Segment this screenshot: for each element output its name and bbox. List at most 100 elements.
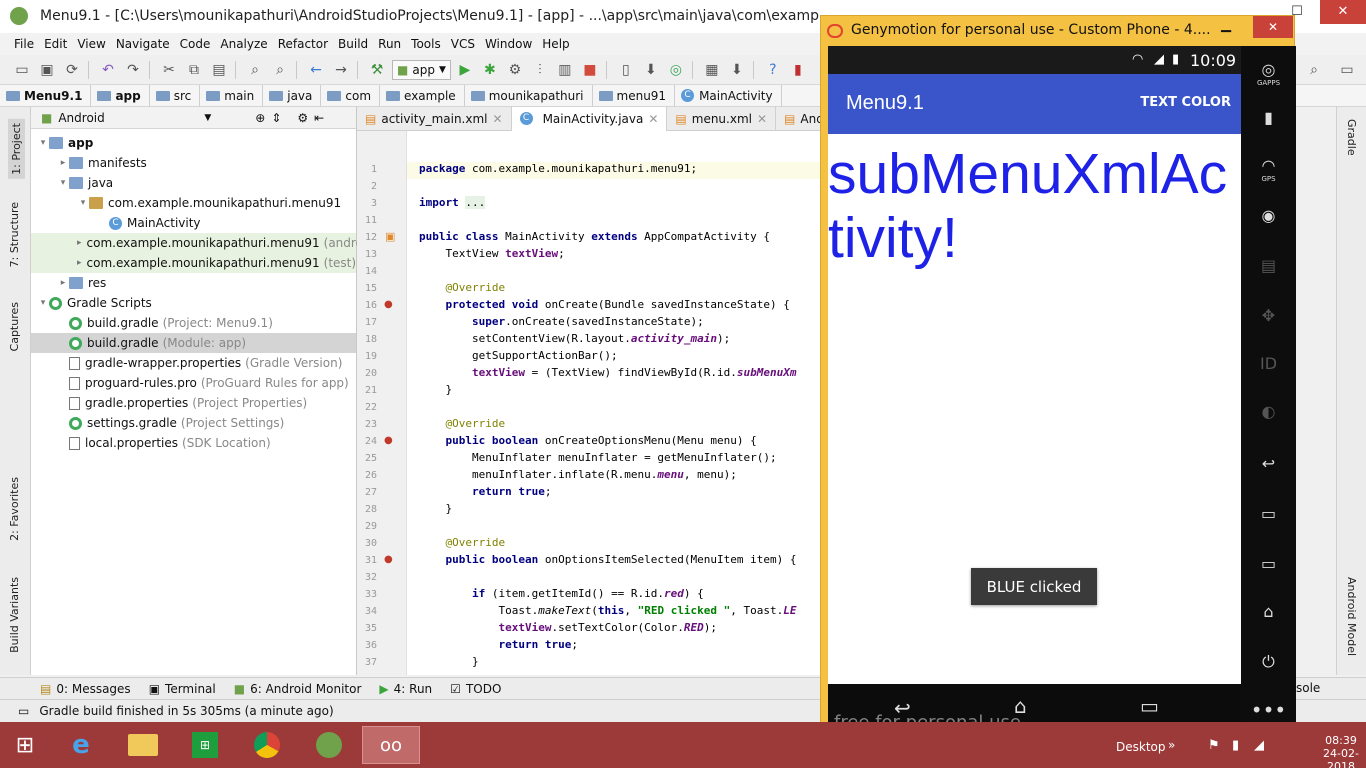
flag-icon[interactable]: ⚑ <box>1208 738 1220 753</box>
breadcrumb-com[interactable]: com <box>321 84 381 107</box>
build-variants-tool-tab[interactable]: Build Variants <box>8 577 21 653</box>
close-icon[interactable]: ✕ <box>493 112 503 126</box>
recents-nav-icon[interactable]: ▭ <box>1140 694 1159 718</box>
chevron-down-icon[interactable]: ▼ <box>204 113 211 123</box>
expand-arrow-icon[interactable]: ▸ <box>77 238 82 248</box>
android-studio-task[interactable] <box>300 726 358 764</box>
more-options-button[interactable]: ••• <box>1241 698 1296 722</box>
captures-tool-tab[interactable]: Captures <box>8 302 21 351</box>
tree-item[interactable]: gradle.properties (Project Properties) <box>31 393 356 413</box>
expand-arrow-icon[interactable]: ▸ <box>57 278 69 288</box>
favorites-tool-tab[interactable]: 2: Favorites <box>8 477 21 541</box>
gradle-tool-tab[interactable]: Gradle <box>1345 119 1358 156</box>
terminal-tool-tab[interactable]: ▣ Terminal <box>149 682 216 696</box>
breadcrumb-mainactivity[interactable]: C MainActivity <box>675 84 782 107</box>
copy-icon[interactable]: ⧉ <box>183 59 205 81</box>
menu-button[interactable]: ▭ <box>1241 554 1296 573</box>
override-icon[interactable]: ● <box>384 554 393 565</box>
search-everywhere-icon[interactable]: ⌕ <box>1303 59 1325 81</box>
open-folder-icon[interactable]: ▭ <box>11 59 33 81</box>
dpad-widget-button[interactable]: ✥ <box>1241 306 1296 325</box>
tree-item[interactable]: ▾ java <box>31 173 356 193</box>
expand-arrow-icon[interactable]: ▾ <box>77 198 89 208</box>
override-icon[interactable]: ● <box>384 299 393 310</box>
tree-item[interactable]: ▾ Gradle Scripts <box>31 293 356 313</box>
status-icon[interactable]: ▭ <box>18 704 29 718</box>
genymotion-task[interactable]: oo <box>362 726 420 764</box>
tree-item[interactable]: local.properties (SDK Location) <box>31 433 356 453</box>
menu-vcs[interactable]: VCS <box>451 37 475 51</box>
chrome-task[interactable] <box>238 726 296 764</box>
expand-arrow-icon[interactable]: ▾ <box>57 178 69 188</box>
tree-item[interactable]: ▾ app <box>31 133 356 153</box>
forward-icon[interactable]: → <box>330 59 352 81</box>
file-explorer-task[interactable] <box>114 726 172 764</box>
camera-widget-button[interactable]: ◉ <box>1241 206 1296 225</box>
start-button[interactable]: ⊞ <box>0 726 50 764</box>
tab-menu-xml[interactable]: ▤ menu.xml ✕ <box>667 106 777 131</box>
back-button[interactable]: ↩ <box>1241 454 1296 473</box>
media-widget-button[interactable]: ◐ <box>1241 402 1296 421</box>
expand-arrow-icon[interactable]: ▸ <box>57 158 69 168</box>
tree-item[interactable]: gradle-wrapper.properties (Gradle Version… <box>31 353 356 373</box>
code-editor[interactable]: 1 2 3 11 12 13 14 15 16 17 18 19 20 21 22 23 24 25 26 27 28 2… <box>357 131 823 675</box>
messages-tool-tab[interactable]: ▤ 0: Messages <box>40 682 131 696</box>
project-tool-tab[interactable]: 1: Project <box>8 119 25 179</box>
internet-explorer-task[interactable]: e <box>52 726 110 764</box>
help-icon[interactable]: ? <box>762 59 784 81</box>
menu-navigate[interactable]: Navigate <box>116 37 170 51</box>
tree-item[interactable]: ▾ com.example.mounikapathuri.menu91 <box>31 193 356 213</box>
expand-arrow-icon[interactable]: ▾ <box>37 138 49 148</box>
breadcrumb-src[interactable]: src <box>150 84 201 107</box>
sdk-manager-icon[interactable]: ⬇ <box>640 59 662 81</box>
run-tool-tab[interactable]: ▶ 4: Run <box>379 682 432 696</box>
close-icon[interactable]: ✕ <box>757 112 767 126</box>
project-view-select[interactable]: Android <box>58 111 198 125</box>
structure-tool-tab[interactable]: 7: Structure <box>8 202 21 267</box>
capture-widget-button[interactable]: ▤ <box>1241 256 1296 275</box>
breadcrumb-mounikapathuri[interactable]: mounikapathuri <box>465 84 593 107</box>
menu-analyze[interactable]: Analyze <box>220 37 267 51</box>
close-icon[interactable]: ✕ <box>648 112 658 126</box>
undo-icon[interactable]: ↶ <box>97 59 119 81</box>
replace-icon[interactable]: ⌕ <box>269 59 291 81</box>
power-button[interactable]: ⏻ <box>1241 652 1296 672</box>
genymotion-device-icon[interactable]: ▮ <box>787 59 809 81</box>
scroll-from-source-icon[interactable]: ⊕ <box>255 111 265 125</box>
tray-chevron-icon[interactable]: » <box>1168 738 1175 752</box>
sync-gradle-icon[interactable]: ◎ <box>665 59 687 81</box>
run-icon[interactable]: ▶ <box>454 59 476 81</box>
find-icon[interactable]: ⌕ <box>244 59 266 81</box>
activity-layout-icon[interactable]: ▣ <box>385 230 395 243</box>
network-tray-icon[interactable]: ◢ <box>1254 738 1264 753</box>
breadcrumb-app[interactable]: app <box>91 84 150 107</box>
breadcrumb-project[interactable]: Menu9.1 <box>0 84 92 107</box>
run-configuration-select[interactable]: ■ app ▼ <box>392 59 451 80</box>
battery-widget-button[interactable]: ▮ <box>1241 108 1296 127</box>
save-icon[interactable]: ▣ <box>36 59 58 81</box>
redo-icon[interactable]: ↷ <box>122 59 144 81</box>
gear-icon[interactable]: ⚙ <box>297 111 308 125</box>
coverage-icon[interactable]: ▥ <box>554 59 576 81</box>
expand-arrow-icon[interactable]: ▸ <box>77 258 82 268</box>
paste-icon[interactable]: ▤ <box>208 59 230 81</box>
expand-arrow-icon[interactable]: ▾ <box>37 298 49 308</box>
todo-tool-tab[interactable]: ☑ TODO <box>450 682 501 696</box>
hide-panel-icon[interactable]: ⇤ <box>314 111 324 125</box>
tree-item[interactable]: ▸ com.example.mounikapathuri.menu91 (test) <box>31 253 356 273</box>
breadcrumb-java[interactable]: java <box>263 84 322 107</box>
avd-manager-icon[interactable]: ▯ <box>615 59 637 81</box>
tree-item[interactable]: build.gradle (Project: Menu9.1) <box>31 313 356 333</box>
project-structure-icon[interactable]: ▦ <box>701 59 723 81</box>
genymotion-close-button[interactable]: ✕ <box>1253 16 1293 38</box>
genymotion-minimize-button[interactable]: ▁ <box>1221 18 1231 33</box>
menu-file[interactable]: File <box>14 37 34 51</box>
breadcrumb-menu91[interactable]: menu91 <box>593 84 676 107</box>
device-screen[interactable]: ◠ ◢ ▮ 10:09 Menu9.1 TEXT COLOR subMenuXm… <box>828 46 1241 730</box>
gapps-button[interactable]: ◎ GAPPS <box>1241 60 1296 87</box>
tree-item[interactable]: build.gradle (Module: app) <box>31 333 356 353</box>
tree-item[interactable]: proguard-rules.pro (ProGuard Rules for ap… <box>31 373 356 393</box>
tree-item[interactable]: ▸ com.example.mounikapathuri.menu91 (andro <box>31 233 363 253</box>
recent-apps-button[interactable]: ▭ <box>1241 504 1296 523</box>
sync-icon[interactable]: ⟳ <box>61 59 83 81</box>
